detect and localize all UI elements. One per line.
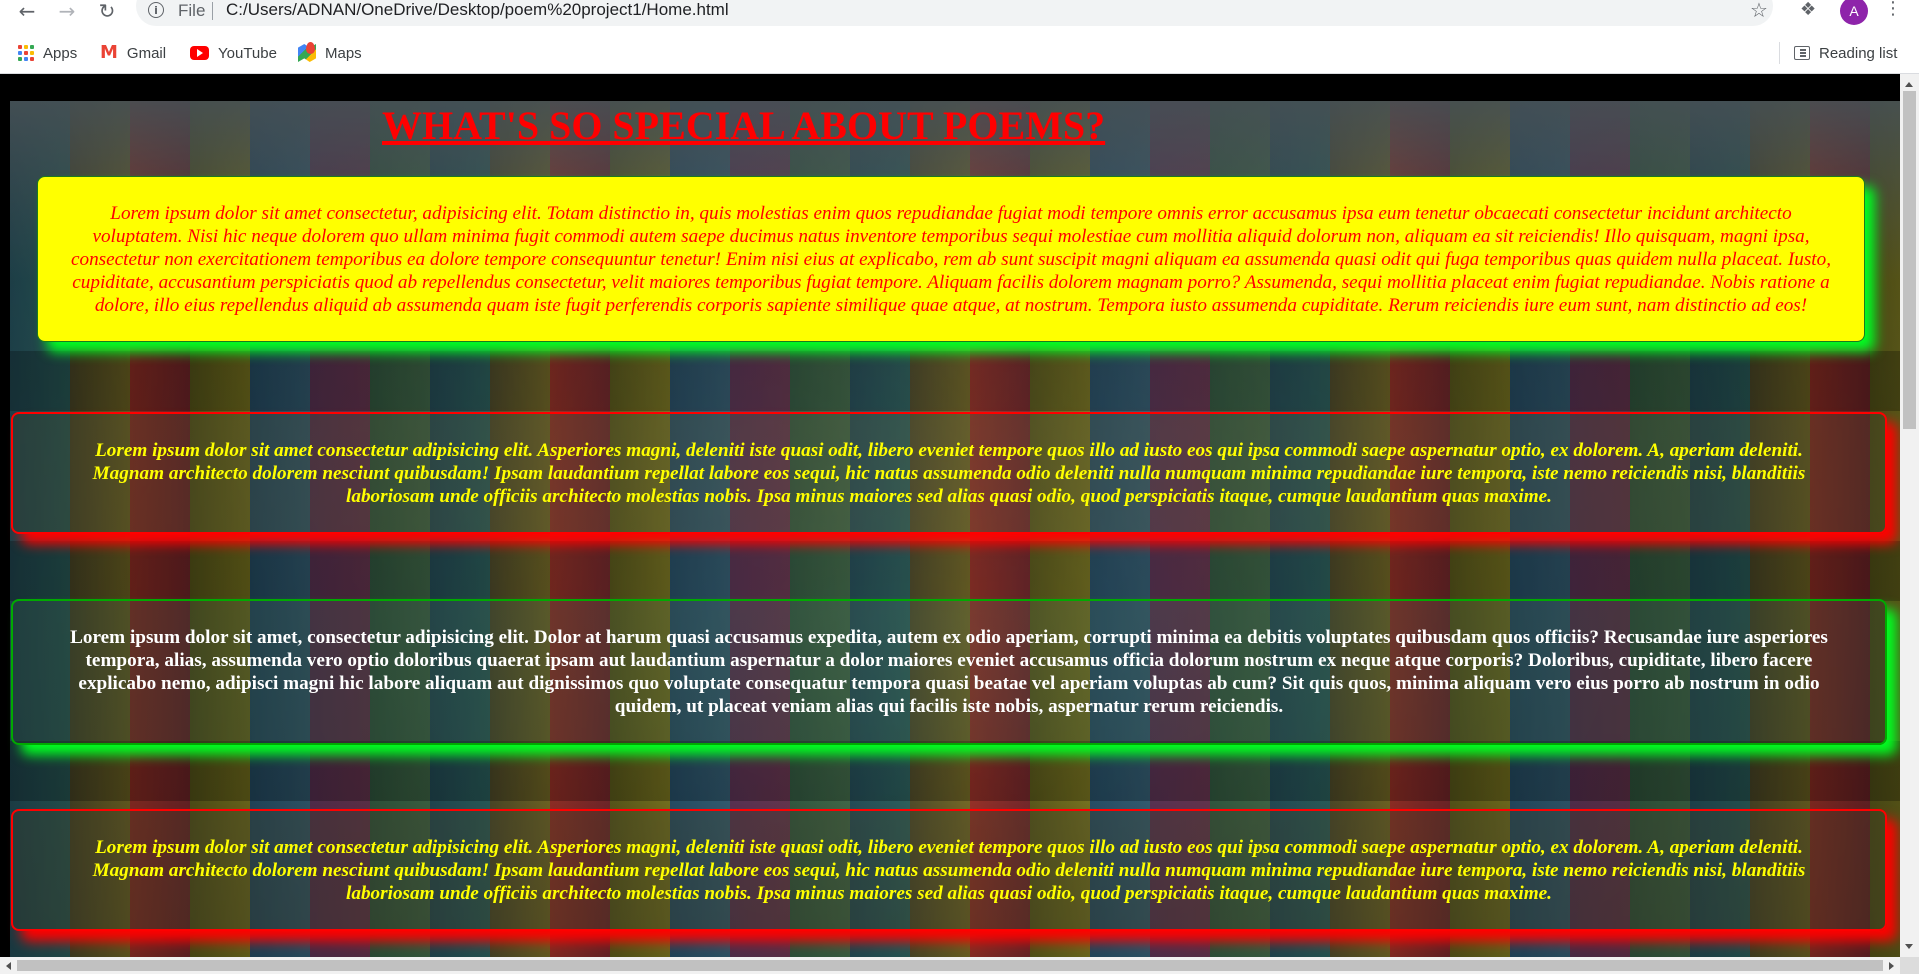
url-separator [212, 2, 213, 20]
page-viewport: WHAT'S SO SPECIAL ABOUT POEMS? Lorem ips… [0, 74, 1900, 957]
bookmark-maps-label: Maps [325, 44, 362, 62]
forward-arrow-icon[interactable]: → [52, 0, 82, 23]
scrollbar-corner [1900, 957, 1919, 974]
profile-avatar[interactable]: A [1840, 0, 1868, 25]
poem-box-3: Lorem ipsum dolor sit amet, consectetur … [11, 599, 1887, 745]
poem-box-2-text: Lorem ipsum dolor sit amet consectetur a… [92, 439, 1806, 507]
poem-box-1-text: Lorem ipsum dolor sit amet consectetur, … [70, 202, 1832, 316]
youtube-icon [190, 46, 209, 60]
bookmark-apps[interactable]: Apps [18, 41, 77, 65]
bookmark-youtube-label: YouTube [218, 44, 277, 62]
gmail-icon: M [100, 42, 118, 63]
bookmark-maps[interactable]: Maps [298, 41, 362, 65]
reading-list-icon [1794, 46, 1810, 60]
url-scheme-label: File [178, 1, 206, 20]
bookmark-gmail[interactable]: M Gmail [100, 41, 166, 65]
scroll-right-icon[interactable] [1889, 962, 1894, 970]
back-arrow-icon[interactable]: ← [12, 0, 42, 23]
poem-box-4: Lorem ipsum dolor sit amet consectetur a… [11, 809, 1887, 931]
scroll-down-icon[interactable] [1905, 944, 1913, 949]
page-title: WHAT'S SO SPECIAL ABOUT POEMS? [382, 103, 1106, 148]
reading-list-button[interactable]: Reading list [1794, 41, 1897, 65]
vertical-scrollbar[interactable] [1900, 74, 1919, 957]
poem-box-4-text: Lorem ipsum dolor sit amet consectetur a… [92, 836, 1806, 904]
kebab-menu-icon[interactable]: ⋮ [1884, 0, 1902, 19]
apps-grid-icon [18, 45, 34, 61]
poem-box-2: Lorem ipsum dolor sit amet consectetur a… [11, 412, 1887, 534]
reading-list-label: Reading list [1819, 44, 1898, 62]
puzzle-icon[interactable]: ❖ [1800, 0, 1816, 20]
bookmarks-bar: Apps M Gmail YouTube Maps Reading list [0, 34, 1919, 74]
bookmark-apps-label: Apps [43, 44, 78, 62]
reload-icon[interactable]: ↻ [92, 0, 122, 23]
bookmarks-divider [1779, 42, 1780, 64]
vertical-scroll-thumb[interactable] [1903, 91, 1916, 429]
bookmark-youtube[interactable]: YouTube [190, 41, 277, 65]
poem-box-1: Lorem ipsum dolor sit amet consectetur, … [37, 176, 1865, 342]
bookmark-gmail-label: Gmail [126, 44, 167, 62]
scroll-left-icon[interactable] [6, 962, 11, 970]
info-icon[interactable]: i [148, 2, 164, 18]
url-text[interactable]: C:/Users/ADNAN/OneDrive/Desktop/poem%20p… [226, 0, 729, 20]
horizontal-scrollbar[interactable] [0, 957, 1900, 974]
scroll-up-icon[interactable] [1905, 82, 1913, 87]
maps-icon [298, 42, 316, 62]
horizontal-scroll-thumb[interactable] [17, 960, 1883, 971]
browser-toolbar: ← → ↻ i File C:/Users/ADNAN/OneDrive/Des… [0, 0, 1919, 34]
star-icon[interactable]: ☆ [1750, 0, 1768, 22]
poem-box-3-text: Lorem ipsum dolor sit amet, consectetur … [70, 627, 1828, 717]
